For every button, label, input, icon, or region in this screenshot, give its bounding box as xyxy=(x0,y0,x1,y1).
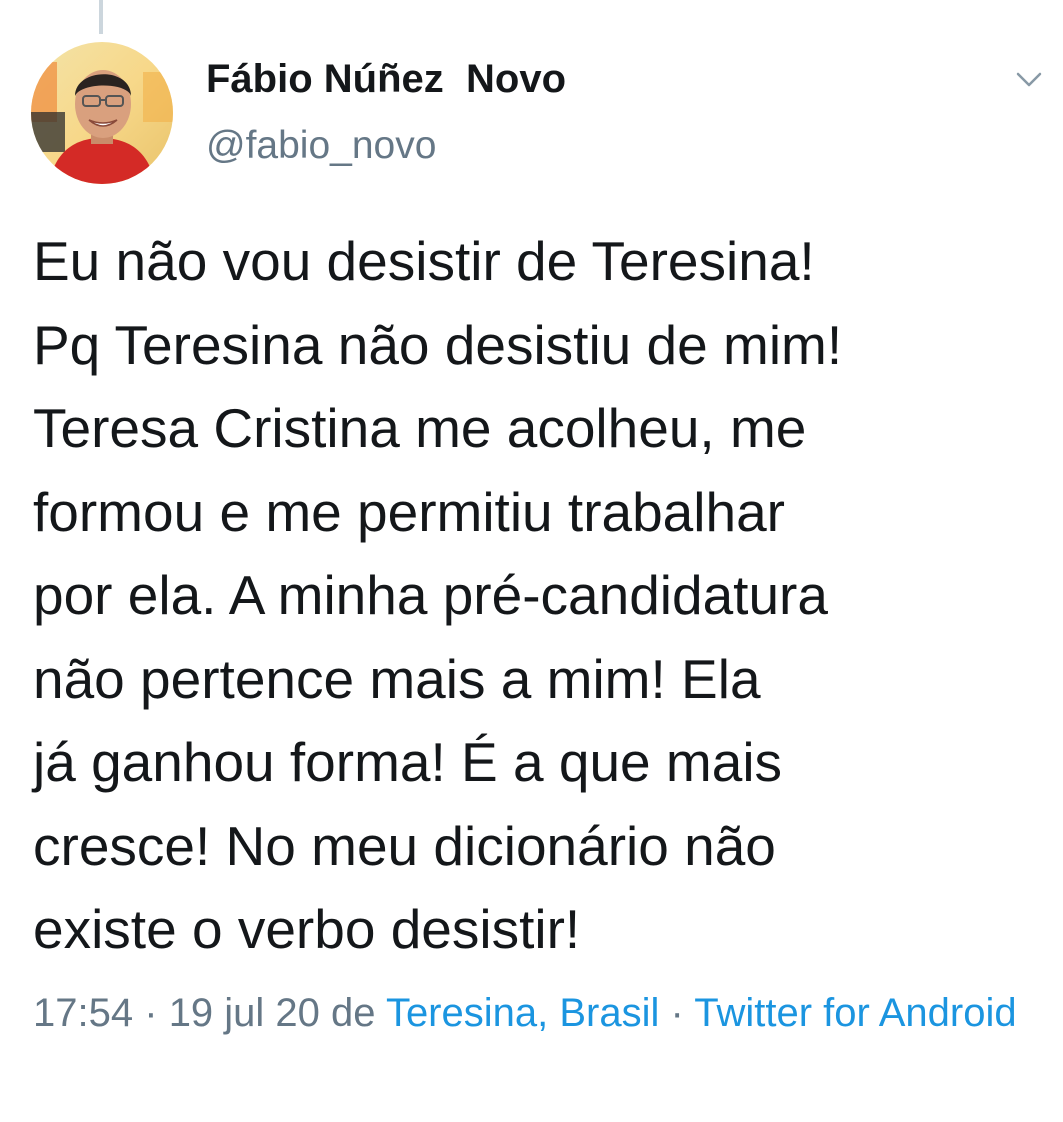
tweet-date[interactable]: 19 jul 20 xyxy=(169,991,320,1035)
tweet-source-link[interactable]: Twitter for Android xyxy=(694,991,1016,1035)
author-handle[interactable]: @fabio_novo xyxy=(206,124,436,168)
tweet-time[interactable]: 17:54 xyxy=(33,991,133,1035)
tweet-location-link[interactable]: Teresina, Brasil xyxy=(386,991,659,1035)
tweet-meta: 17:54 · 19 jul 20 de Teresina, Brasil · … xyxy=(33,985,1043,1042)
avatar-photo xyxy=(31,42,173,184)
thread-connector-line xyxy=(99,0,103,34)
meta-separator: · xyxy=(144,991,158,1035)
from-word: de xyxy=(331,991,376,1035)
meta-separator: · xyxy=(670,991,684,1035)
author-display-name[interactable]: Fábio Núñez Novo xyxy=(206,57,566,102)
tweet-text: Eu não vou desistir de Teresina! Pq Tere… xyxy=(33,230,843,960)
avatar[interactable] xyxy=(31,42,173,184)
chevron-down-icon[interactable] xyxy=(1012,66,1046,92)
